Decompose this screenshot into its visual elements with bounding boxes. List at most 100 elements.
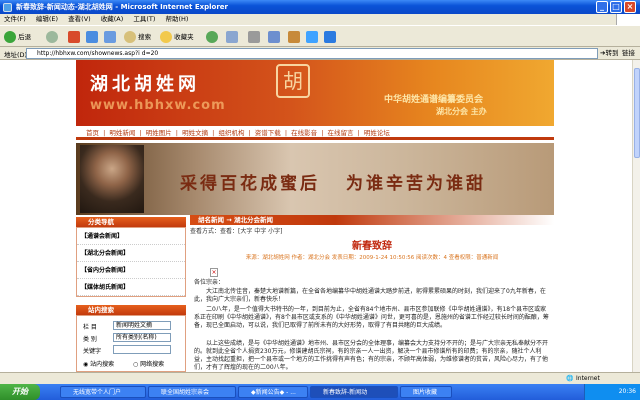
globe-icon: 🌐 bbox=[566, 375, 574, 382]
nav-guestbook[interactable]: 在线留言 bbox=[328, 129, 354, 137]
site-banner: 湖北胡姓网 www.hbhxw.com 胡 中华胡姓通谱编纂委员会 湖北分会 主… bbox=[76, 60, 554, 126]
taskbar: 开始 无线宽带个人门户 联全国胡姓宗亲会 ◆新闻公告◆ - ... 新春致辞-新… bbox=[0, 384, 640, 400]
address-bar: 地址(D) http://hbhxw.com/shownews.asp?i d=… bbox=[0, 47, 640, 60]
window-title: 新春致辞-新闻动态-湖北胡姓网 - Microsoft Internet Exp… bbox=[16, 3, 228, 11]
nav-articles[interactable]: 明姓文摘 bbox=[182, 129, 208, 137]
back-button[interactable]: 后退 bbox=[4, 30, 31, 44]
clock[interactable]: 20:36 bbox=[619, 388, 636, 395]
discuss-button[interactable] bbox=[288, 30, 300, 44]
menu-favorites[interactable]: 收藏(A) bbox=[97, 14, 128, 25]
web-page: 湖北胡姓网 www.hbhxw.com 胡 中华胡姓通谱编纂委员会 湖北分会 主… bbox=[76, 60, 554, 372]
taskbar-item[interactable]: 图片收藏 bbox=[400, 386, 452, 398]
nav-sep: | bbox=[103, 129, 106, 137]
article-meta: 来源：湖北胡姓网 作者：湖北分会 发表日期：2009-1-24 10:50:56… bbox=[245, 255, 499, 261]
qq-button[interactable] bbox=[324, 30, 336, 44]
taskbar-item[interactable]: ◆新闻公告◆ - ... bbox=[238, 386, 308, 398]
menu-help[interactable]: 帮助(H) bbox=[162, 14, 193, 25]
nav-sep: | bbox=[357, 129, 360, 137]
links-button[interactable]: 链接 bbox=[622, 48, 635, 59]
refresh-icon bbox=[86, 31, 98, 43]
menu-tools[interactable]: 工具(T) bbox=[129, 14, 159, 25]
hu-seal-icon: 胡 bbox=[276, 64, 310, 98]
web-search-radio-label: 网络搜索 bbox=[140, 361, 165, 368]
slogan-first: 采得百花成蜜后 bbox=[180, 174, 320, 194]
site-search-header: 站内搜索 bbox=[76, 305, 186, 315]
category-item[interactable]: 【通谱会新闻】 bbox=[77, 228, 185, 245]
broken-image-icon: × bbox=[210, 268, 218, 277]
favorites-label: 收藏夹 bbox=[174, 33, 194, 41]
nav-news[interactable]: 明姓新闻 bbox=[109, 129, 135, 137]
close-button[interactable]: × bbox=[624, 1, 636, 13]
nav-downloads[interactable]: 资谱下载 bbox=[255, 129, 281, 137]
menu-edit[interactable]: 编辑(E) bbox=[32, 14, 62, 25]
forward-arrow-icon bbox=[46, 31, 58, 43]
nav-organization[interactable]: 组织机构 bbox=[218, 129, 244, 137]
forward-button[interactable] bbox=[46, 30, 58, 44]
stop-button[interactable] bbox=[68, 30, 80, 44]
vertical-scrollbar[interactable] bbox=[632, 60, 640, 372]
taskbar-item[interactable]: 联全国胡姓宗亲会 bbox=[148, 386, 236, 398]
mail-button[interactable] bbox=[226, 30, 238, 44]
sidebar: 分类导航 【通谱会新闻】 【湖北分会新闻】 【省内分会新闻】 【媒体胡氏新闻】 … bbox=[76, 215, 186, 372]
category-item[interactable]: 【媒体胡氏新闻】 bbox=[77, 279, 185, 296]
site-logo[interactable]: 湖北胡姓网 bbox=[90, 70, 200, 96]
nav-photos[interactable]: 明姓图片 bbox=[146, 129, 172, 137]
system-tray: 20:36 bbox=[584, 384, 640, 400]
edit-icon bbox=[268, 31, 280, 43]
menu-view[interactable]: 查看(V) bbox=[64, 14, 95, 25]
taskbar-item-active[interactable]: 新春致辞-新闻动 bbox=[310, 386, 398, 398]
category-item[interactable]: 【省内分会新闻】 bbox=[77, 262, 185, 279]
qq-icon bbox=[324, 31, 336, 43]
title-bar[interactable]: 新春致辞-新闻动态-湖北胡姓网 - Microsoft Internet Exp… bbox=[0, 0, 640, 14]
paragraph: 各位宗亲： bbox=[194, 279, 225, 286]
menu-file[interactable]: 文件(F) bbox=[0, 14, 30, 25]
nav-media[interactable]: 在线影音 bbox=[291, 129, 317, 137]
browser-viewport: 湖北胡姓网 www.hbhxw.com 胡 中华胡姓通谱编纂委员会 湖北分会 主… bbox=[0, 60, 632, 372]
messenger-button[interactable] bbox=[306, 30, 318, 44]
address-input[interactable]: http://hbhxw.com/shownews.asp?i d=20 bbox=[26, 48, 598, 59]
toolbar: 后退 搜索 收藏夹 bbox=[0, 25, 640, 47]
category-select[interactable]: 所有类别(名称) bbox=[113, 333, 171, 342]
category-list: 【通谱会新闻】 【湖北分会新闻】 【省内分会新闻】 【媒体胡氏新闻】 bbox=[76, 227, 186, 297]
go-label: 转到 bbox=[605, 49, 619, 57]
ie-window: 新春致辞-新闻动态-湖北胡姓网 - Microsoft Internet Exp… bbox=[0, 0, 640, 400]
site-search-radio[interactable]: ◉ 站内搜索 bbox=[83, 359, 114, 368]
paragraph: 以上这些成绩，是与《中华胡姓通谱》地市州、县市区分会的全体理事，编纂会大力支持分… bbox=[194, 340, 549, 371]
hero-banner: 采得百花成蜜后 为谁辛苦为谁甜 bbox=[76, 143, 554, 215]
category-item[interactable]: 【湖北分会新闻】 bbox=[77, 245, 185, 262]
maximize-button[interactable]: □ bbox=[610, 1, 622, 13]
taskbar-item[interactable]: 无线宽带个人门户 bbox=[60, 386, 146, 398]
go-button[interactable]: ➔转到 bbox=[600, 48, 618, 59]
view-mode-selector[interactable]: 查看方式：查看：[大字 中字 小字] bbox=[190, 226, 283, 235]
keyword-input[interactable] bbox=[113, 345, 171, 354]
search-icon bbox=[124, 31, 136, 43]
association-sponsor: 湖北分会 主办 bbox=[436, 107, 487, 116]
nav-sep: | bbox=[248, 129, 251, 137]
refresh-button[interactable] bbox=[86, 30, 98, 44]
messenger-icon bbox=[306, 31, 318, 43]
print-button[interactable] bbox=[248, 30, 260, 44]
stop-icon bbox=[68, 31, 80, 43]
search-label: 搜索 bbox=[138, 33, 152, 41]
nav-sep: | bbox=[321, 129, 324, 137]
minimize-button[interactable]: _ bbox=[596, 1, 608, 13]
nav-home[interactable]: 首页 bbox=[86, 129, 99, 137]
nav-forum[interactable]: 明姓论坛 bbox=[364, 129, 390, 137]
home-button[interactable] bbox=[104, 30, 116, 44]
history-button[interactable] bbox=[206, 30, 218, 44]
mail-icon bbox=[226, 31, 238, 43]
favorites-button[interactable]: 收藏夹 bbox=[160, 30, 194, 44]
web-search-radio[interactable]: ○ 网络搜索 bbox=[133, 359, 164, 368]
breadcrumb: 胡名新闻 → 湖北分会新闻 bbox=[190, 215, 554, 225]
site-nav: 首页 | 明姓新闻 | 明姓图片 | 明姓文摘 | 组织机构 | 资谱下载 | … bbox=[76, 126, 554, 140]
search-button[interactable]: 搜索 bbox=[124, 30, 151, 44]
printer-icon bbox=[248, 31, 260, 43]
scrollbar-thumb[interactable] bbox=[634, 68, 640, 158]
address-label: 地址(D) bbox=[4, 51, 28, 59]
home-icon bbox=[104, 31, 116, 43]
search-section-label: 栏 目 bbox=[83, 324, 97, 331]
section-select[interactable]: 新闻明姓文摘 bbox=[113, 321, 171, 330]
start-button[interactable]: 开始 bbox=[0, 384, 40, 400]
edit-button[interactable] bbox=[268, 30, 280, 44]
nav-sep: | bbox=[139, 129, 142, 137]
